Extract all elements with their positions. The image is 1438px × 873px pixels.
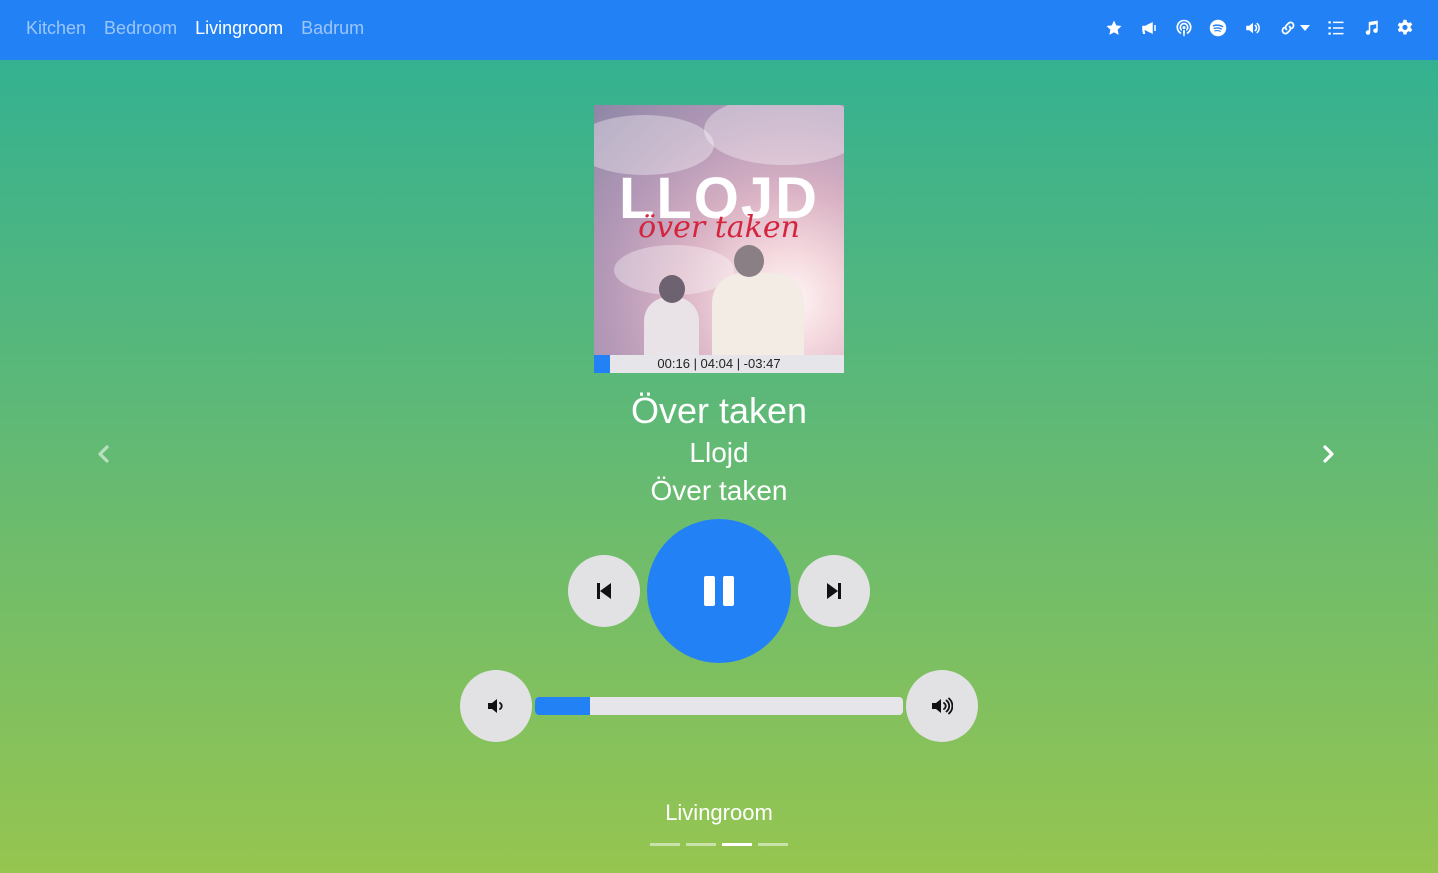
cover-figure-left xyxy=(644,297,699,355)
room-tab-kitchen[interactable]: Kitchen xyxy=(26,18,86,39)
room-tab-bedroom[interactable]: Bedroom xyxy=(104,18,177,39)
star-icon[interactable] xyxy=(1105,18,1123,38)
track-time-text: 00:16 | 04:04 | -03:47 xyxy=(657,356,781,371)
cover-subtitle-text: över taken xyxy=(638,210,800,245)
carousel-prev-button[interactable] xyxy=(92,442,116,466)
room-tab-livingroom[interactable]: Livingroom xyxy=(195,18,283,39)
carousel-indicator[interactable] xyxy=(758,843,788,846)
next-track-button[interactable] xyxy=(798,555,870,627)
carousel-indicator[interactable] xyxy=(686,843,716,846)
pause-icon xyxy=(704,576,734,606)
link-dropdown[interactable] xyxy=(1279,18,1310,38)
volume-slider[interactable] xyxy=(535,697,903,715)
volume-down-button[interactable] xyxy=(460,670,532,742)
volume-slider-fill xyxy=(535,697,591,715)
step-forward-icon xyxy=(827,583,841,599)
caret-down-icon xyxy=(1300,25,1310,31)
track-title: Över taken xyxy=(630,390,808,431)
current-room-label: Livingroom xyxy=(665,800,773,825)
gear-icon[interactable] xyxy=(1396,18,1414,38)
bullhorn-icon[interactable] xyxy=(1139,18,1159,38)
chevron-right-icon xyxy=(1323,445,1334,463)
top-navbar: Kitchen Bedroom Livingroom Badrum xyxy=(0,0,1438,60)
cover-cloud xyxy=(704,105,844,165)
music-icon[interactable] xyxy=(1362,18,1380,38)
room-tab-badrum[interactable]: Badrum xyxy=(301,18,364,39)
step-backward-icon xyxy=(597,583,611,599)
nav-icon-bar xyxy=(1089,0,1414,56)
room-tabs: Kitchen Bedroom Livingroom Badrum xyxy=(26,0,382,56)
track-progress-bar[interactable]: 00:16 | 04:04 | -03:47 xyxy=(594,355,844,373)
cover-figure-left-head xyxy=(659,275,685,303)
carousel-next-button[interactable] xyxy=(1316,442,1340,466)
carousel-indicators xyxy=(650,843,788,846)
podcast-icon[interactable] xyxy=(1175,18,1193,38)
volume-up-icon xyxy=(932,697,953,715)
album-cover: LLOJD över taken xyxy=(594,105,844,355)
volume-up-button[interactable] xyxy=(906,670,978,742)
list-icon[interactable] xyxy=(1326,18,1346,38)
link-icon xyxy=(1281,21,1295,35)
pause-button[interactable] xyxy=(647,519,791,663)
cover-figure-right-head xyxy=(734,245,764,277)
carousel-indicator[interactable] xyxy=(650,843,680,846)
spotify-icon[interactable] xyxy=(1209,18,1227,38)
carousel-indicator[interactable] xyxy=(722,843,752,846)
volume-icon[interactable] xyxy=(1243,18,1263,38)
chevron-left-icon xyxy=(98,445,109,463)
volume-down-icon xyxy=(488,699,503,713)
track-album: Över taken xyxy=(650,475,788,506)
previous-track-button[interactable] xyxy=(568,555,640,627)
cover-figure-right xyxy=(712,273,804,355)
track-artist: Llojd xyxy=(689,437,749,468)
